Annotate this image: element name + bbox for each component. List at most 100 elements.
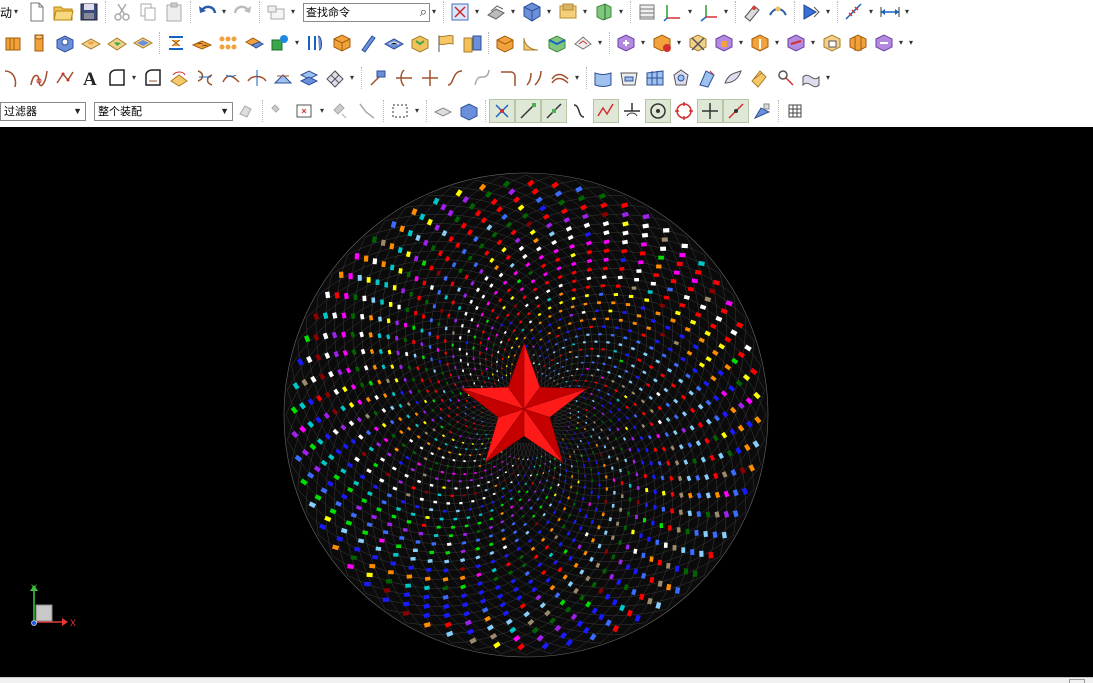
snap-arc-center-button[interactable]: [619, 99, 645, 123]
boss-button[interactable]: [78, 31, 104, 55]
select-group-button[interactable]: [233, 99, 259, 123]
snap-control-point-button[interactable]: [567, 99, 593, 123]
extract-geometry-button[interactable]: [365, 66, 391, 90]
save-button[interactable]: [76, 0, 102, 24]
chevron-down-icon[interactable]: ▾: [773, 39, 781, 47]
chevron-down-icon[interactable]: ▾: [130, 74, 138, 82]
snap-point-on-face-button[interactable]: [723, 99, 749, 123]
spline-button[interactable]: [26, 66, 52, 90]
arc-button[interactable]: [0, 66, 26, 90]
sew-button[interactable]: [798, 66, 824, 90]
hole-button[interactable]: [52, 31, 78, 55]
revolve-button[interactable]: [26, 31, 52, 55]
type-filter-select[interactable]: 过滤器 ▼: [0, 101, 86, 121]
render-style-button[interactable]: [483, 0, 509, 24]
chevron-down-icon[interactable]: ▾: [430, 8, 438, 16]
chevron-down-icon[interactable]: ▾: [293, 39, 301, 47]
edit-section-button[interactable]: [591, 0, 617, 24]
trim-sheet-button[interactable]: [746, 66, 772, 90]
start-menu[interactable]: 动 ▾: [0, 4, 24, 21]
assembly-replace-button[interactable]: [711, 31, 737, 55]
background-button[interactable]: [555, 0, 581, 24]
cut-button[interactable]: [109, 0, 135, 24]
selection-scope-select[interactable]: 整个装配 ▼: [94, 101, 233, 121]
assembly-move-button[interactable]: [783, 31, 809, 55]
chevron-down-icon[interactable]: ▾: [639, 39, 647, 47]
sweep-button[interactable]: [303, 31, 329, 55]
window-button[interactable]: [263, 0, 289, 24]
snap-endpoint-button[interactable]: [515, 99, 541, 123]
search-icon[interactable]: ⌕: [420, 4, 427, 20]
pattern-button[interactable]: [841, 0, 867, 24]
measure-button[interactable]: [765, 0, 791, 24]
chevron-down-icon[interactable]: ▾: [903, 8, 911, 16]
select-solid-button[interactable]: [430, 99, 456, 123]
block-button[interactable]: [329, 31, 355, 55]
studio-surface-button[interactable]: [720, 66, 746, 90]
layer-settings-button[interactable]: [634, 0, 660, 24]
join-curve-button[interactable]: [218, 66, 244, 90]
select-all-button[interactable]: [456, 99, 482, 123]
select-face-button[interactable]: [328, 99, 354, 123]
chevron-down-icon[interactable]: ▾: [897, 39, 905, 47]
assembly-add-button[interactable]: [613, 31, 639, 55]
n-sided-surface-button[interactable]: [668, 66, 694, 90]
dimension-button[interactable]: [877, 0, 903, 24]
chevron-down-icon[interactable]: ▾: [675, 39, 683, 47]
divide-curve-button[interactable]: [270, 66, 296, 90]
chevron-down-icon[interactable]: ▾: [573, 74, 581, 82]
snap-center-button[interactable]: [645, 99, 671, 123]
chevron-down-icon[interactable]: ▾: [509, 8, 517, 16]
chevron-down-icon[interactable]: ▾: [617, 8, 625, 16]
snap-intersection-button[interactable]: [593, 99, 619, 123]
curve-extend-button[interactable]: [417, 66, 443, 90]
assembly-constraint-button[interactable]: [747, 31, 773, 55]
assembly-sequence-button[interactable]: [871, 31, 897, 55]
undo-button[interactable]: [194, 0, 220, 24]
emboss-button[interactable]: [163, 31, 189, 55]
pattern-feature-button[interactable]: [215, 31, 241, 55]
chevron-down-icon[interactable]: ▾: [722, 8, 730, 16]
chevron-down-icon[interactable]: ▾: [809, 39, 817, 47]
assembly-explode-button[interactable]: [845, 31, 871, 55]
snap-point-on-curve-button[interactable]: [697, 99, 723, 123]
chevron-down-icon[interactable]: ▾: [318, 107, 326, 115]
chevron-down-icon[interactable]: ▾: [824, 74, 832, 82]
face-blend-button[interactable]: [570, 31, 596, 55]
extrude-button[interactable]: [0, 31, 26, 55]
curve-stretch-button[interactable]: [469, 66, 495, 90]
through-mesh-button[interactable]: [642, 66, 668, 90]
chevron-down-icon[interactable]: ▾: [413, 107, 421, 115]
combine-button[interactable]: [241, 31, 267, 55]
chevron-down-icon[interactable]: ▾: [581, 8, 589, 16]
graphics-window[interactable]: Y X: [0, 127, 1093, 677]
copy-button[interactable]: [135, 0, 161, 24]
model-display[interactable]: [0, 127, 1093, 677]
wcs-orient-button[interactable]: [696, 0, 722, 24]
chevron-down-icon[interactable]: ▾: [348, 74, 356, 82]
new-file-button[interactable]: [24, 0, 50, 24]
command-search[interactable]: ⌕: [303, 2, 431, 22]
split-body-button[interactable]: [459, 31, 485, 55]
fillet-curve-button[interactable]: [140, 66, 166, 90]
edge-blend-button[interactable]: [518, 31, 544, 55]
emboss-body-button[interactable]: [189, 31, 215, 55]
trim-body-button[interactable]: [381, 31, 407, 55]
chevron-down-icon[interactable]: ▾: [867, 8, 875, 16]
fit-view-button[interactable]: [447, 0, 473, 24]
curve-trim-button[interactable]: [391, 66, 417, 90]
chevron-down-icon[interactable]: ▾: [289, 8, 297, 16]
wcs-button[interactable]: [660, 0, 686, 24]
select-feature-button[interactable]: [266, 99, 292, 123]
assembly-new-button[interactable]: [649, 31, 675, 55]
chevron-down-icon[interactable]: ▾: [545, 8, 553, 16]
bounded-plane-button[interactable]: [616, 66, 642, 90]
chevron-down-icon[interactable]: ▾: [596, 39, 604, 47]
offset-face-button[interactable]: [407, 31, 433, 55]
composite-curve-button[interactable]: [296, 66, 322, 90]
snap-point-button[interactable]: [739, 0, 765, 24]
project-curve-button[interactable]: [166, 66, 192, 90]
chevron-down-icon[interactable]: ▾: [824, 8, 832, 16]
snap-existing-point-button[interactable]: [489, 99, 515, 123]
view-layout-button[interactable]: [782, 99, 808, 123]
